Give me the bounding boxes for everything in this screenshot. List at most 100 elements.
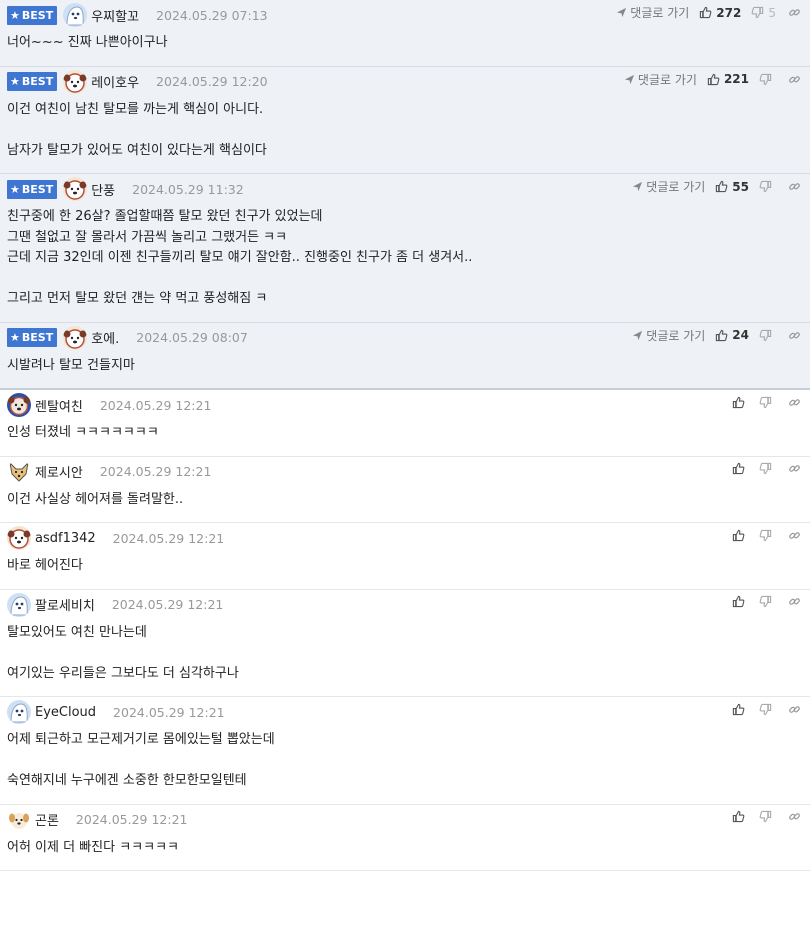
link-icon [788, 183, 800, 190]
comment-text-line: 근데 지금 32인데 이젠 친구들끼리 탈모 얘기 잘안함.. 진행중인 친구가… [7, 250, 473, 265]
avatar[interactable] [7, 592, 31, 617]
go-to-reply-link[interactable]: 댓글로 가기 [624, 71, 697, 88]
link-button[interactable] [786, 701, 802, 717]
upvote-count: 272 [716, 5, 742, 20]
thumbs-down-icon [759, 462, 772, 475]
avatar-image [7, 459, 31, 484]
thumbs-down-icon [759, 529, 772, 541]
nickname[interactable]: EyeCloud [35, 705, 96, 720]
downvote-button[interactable] [759, 529, 776, 542]
nickname[interactable]: 팔로세비치 [35, 595, 95, 614]
avatar-image [63, 177, 88, 201]
downvote-button[interactable] [759, 462, 776, 475]
avatar[interactable] [7, 526, 31, 550]
comment-text-line: 남자가 탈모가 있어도 여친이 있다는게 핵심이다 [7, 142, 267, 158]
link-button[interactable] [786, 527, 802, 543]
upvote-button[interactable] [732, 703, 749, 716]
downvote-button[interactable] [759, 703, 776, 716]
avatar-image [63, 69, 88, 94]
nickname[interactable]: 렌탈여친 [35, 396, 83, 415]
avatar[interactable] [7, 393, 31, 417]
thumbs-up-icon [732, 396, 745, 408]
comment-body: 인성 터졌네 ㅋㅋㅋㅋㅋㅋㅋ [7, 420, 802, 456]
thumbs-up-icon [732, 810, 745, 823]
comment-text-line: 어제 퇴근하고 모근제거기로 몸에있는털 뽑았는데 [7, 732, 275, 747]
upvote-button[interactable]: 221 [707, 72, 749, 86]
avatar[interactable] [63, 69, 88, 94]
nickname[interactable]: 우찌할꼬 [91, 6, 139, 25]
nickname[interactable]: 제로시안 [35, 462, 83, 481]
downvote-button[interactable] [759, 73, 776, 86]
nickname[interactable]: 단풍 [91, 180, 115, 199]
comment-text-line: 그땐 철없고 잘 몰라서 가끔씩 놀리고 그랬거든 ㅋㅋ [7, 229, 288, 245]
comment-text-line [7, 120, 802, 141]
link-button[interactable] [786, 594, 802, 610]
star-icon: ★ [10, 8, 20, 22]
go-to-reply-link[interactable]: 댓글로 가기 [632, 327, 705, 344]
comment-item: EyeCloud 2024.05.29 12:21 어제 퇴근하고 모근제거기로… [0, 697, 810, 805]
link-button[interactable] [786, 327, 802, 343]
upvote-button[interactable] [732, 810, 749, 823]
upvote-button[interactable] [732, 529, 749, 542]
link-icon [788, 331, 800, 339]
comment-date: 2024.05.29 12:21 [111, 597, 224, 612]
avatar[interactable] [63, 3, 88, 27]
downvote-button[interactable]: 5 [751, 6, 776, 20]
avatar[interactable] [63, 325, 88, 350]
thumbs-up-icon [716, 180, 728, 193]
comment-text-line [7, 643, 802, 664]
downvote-button[interactable] [759, 595, 776, 608]
nickname[interactable]: 곤론 [35, 810, 59, 829]
avatar[interactable] [63, 177, 88, 201]
upvote-button[interactable] [732, 462, 749, 475]
upvote-button[interactable] [732, 595, 749, 608]
link-button[interactable] [786, 5, 802, 21]
nickname[interactable]: asdf1342 [35, 531, 96, 546]
avatar[interactable] [7, 459, 31, 484]
upvote-button[interactable]: 55 [715, 180, 749, 194]
avatar-image [63, 3, 88, 27]
comment-date: 2024.05.29 11:32 [132, 181, 244, 197]
link-button[interactable] [786, 179, 802, 195]
comment-item: 팔로세비치 2024.05.29 12:21 탈모있어도 여친 만나는데 여기있는… [0, 590, 810, 697]
comment-item: asdf1342 2024.05.29 12:21 바로 헤어진다 [0, 523, 810, 590]
star-icon: ★ [10, 182, 20, 196]
thumbs-up-icon [732, 595, 745, 608]
go-to-reply-link[interactable]: 댓글로 가기 [632, 178, 705, 195]
upvote-button[interactable] [732, 396, 749, 409]
downvote-button[interactable] [759, 180, 776, 193]
avatar[interactable] [7, 807, 31, 832]
go-to-reply-link[interactable]: 댓글로 가기 [616, 4, 689, 21]
comment-actions [732, 701, 802, 717]
star-icon: ★ [10, 331, 20, 344]
comment-date: 2024.05.29 08:07 [136, 330, 248, 345]
nickname[interactable]: 레이호우 [91, 72, 139, 91]
comment-header: 곤론 2024.05.29 12:21 [7, 805, 802, 835]
thumbs-up-icon [707, 73, 720, 85]
upvote-count: 55 [732, 179, 749, 194]
downvote-button[interactable] [759, 396, 776, 409]
comment-header: ★ BEST 우찌할꼬 2024.05.29 07:13 댓글로 가기 272 5 [7, 0, 802, 30]
comment-date: 2024.05.29 12:21 [75, 812, 188, 827]
upvote-button[interactable]: 24 [715, 328, 749, 342]
downvote-button[interactable] [759, 329, 776, 342]
best-badge: ★ BEST [7, 5, 58, 25]
comment-date: 2024.05.29 12:21 [112, 530, 225, 546]
comment-actions [732, 594, 802, 610]
downvote-button[interactable] [759, 810, 776, 823]
nickname[interactable]: 호에. [91, 328, 119, 347]
link-button[interactable] [786, 71, 802, 87]
comment-body: 이건 사실상 헤어져를 돌려말한.. [7, 487, 802, 523]
comment-text-line: 탈모있어도 여친 만나는데 [7, 624, 147, 640]
comment-item: ★ BEST 호에. 2024.05.29 08:07 댓글로 가기 24 시발… [0, 322, 810, 390]
avatar-image [7, 592, 31, 617]
comment-text-line: 이건 여친이 남친 탈모를 까는게 핵심이 아니다. [7, 101, 264, 117]
comment-body: 친구중에 한 26살? 졸업할때쯤 탈모 왔던 친구가 있었는데 그땐 철없고 잘… [7, 204, 802, 322]
link-button[interactable] [786, 461, 802, 477]
upvote-count: 24 [732, 328, 749, 342]
avatar[interactable] [7, 700, 31, 724]
best-badge: ★ BEST [7, 72, 58, 91]
link-button[interactable] [786, 809, 802, 825]
link-button[interactable] [786, 394, 802, 410]
upvote-button[interactable]: 272 [699, 6, 741, 20]
